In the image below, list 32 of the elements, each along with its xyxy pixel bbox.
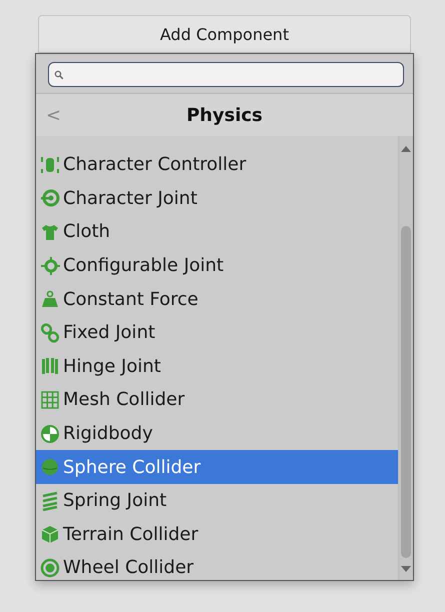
- component-item[interactable]: Configurable Joint: [36, 248, 398, 282]
- search-icon: [54, 70, 64, 80]
- component-item[interactable]: Mesh Collider: [36, 383, 398, 417]
- component-item[interactable]: Terrain Collider: [36, 518, 398, 552]
- scroll-down-arrow-icon[interactable]: [401, 566, 411, 572]
- scroll-up-arrow-icon[interactable]: [401, 146, 411, 152]
- component-item[interactable]: Character Controller: [36, 148, 398, 182]
- component-item[interactable]: Hinge Joint: [36, 350, 398, 384]
- component-item[interactable]: Rigidbody: [36, 416, 398, 450]
- wheel-icon: [40, 558, 60, 578]
- sphere-icon: [40, 457, 60, 478]
- category-title: Physics: [186, 104, 262, 126]
- component-item[interactable]: Wheel Collider: [36, 551, 398, 580]
- figure-icon: [40, 154, 60, 175]
- joint-icon: [40, 188, 60, 208]
- search-field[interactable]: [48, 62, 404, 87]
- cube-icon: [40, 524, 60, 544]
- spring-icon: [40, 490, 60, 511]
- component-item[interactable]: Sphere Collider: [36, 450, 398, 484]
- component-item[interactable]: Spring Joint: [36, 484, 398, 518]
- component-item[interactable]: Character Joint: [36, 182, 398, 216]
- scrollbar[interactable]: [398, 136, 413, 580]
- grid-icon: [40, 390, 60, 410]
- component-item[interactable]: Fixed Joint: [36, 316, 398, 350]
- scrollbar-thumb[interactable]: [401, 226, 411, 558]
- chain-link-icon: [40, 322, 60, 343]
- component-item[interactable]: Constant Force: [36, 282, 398, 316]
- add-component-button[interactable]: Add Component: [38, 15, 411, 53]
- weight-icon: [40, 289, 60, 310]
- component-item[interactable]: Cloth: [36, 215, 398, 249]
- hinge-icon: [40, 356, 60, 376]
- quartered-ball-icon: [40, 424, 60, 444]
